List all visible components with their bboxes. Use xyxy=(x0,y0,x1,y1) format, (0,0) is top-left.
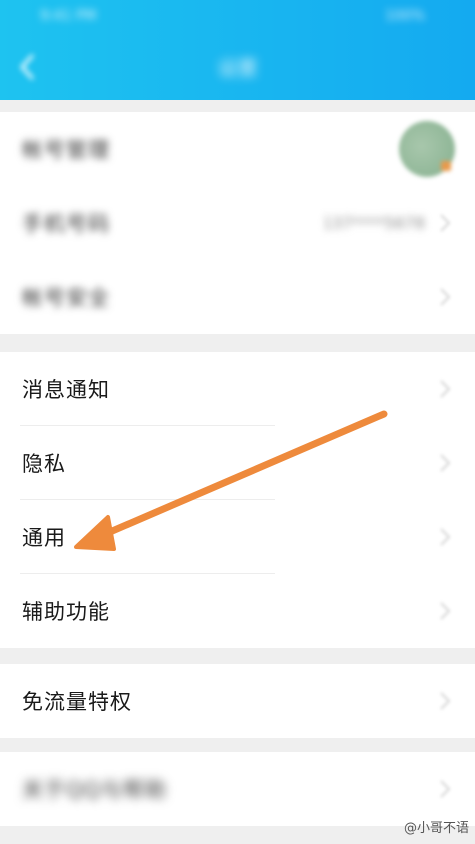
chevron-right-icon xyxy=(439,213,451,233)
row-label-general: 通用 xyxy=(22,526,66,550)
row-label-accessibility: 辅助功能 xyxy=(22,600,110,624)
status-bar: 9:41 PM 100% xyxy=(0,0,475,34)
avatar xyxy=(399,121,455,177)
chevron-right-icon xyxy=(439,379,451,399)
status-time: 9:41 PM xyxy=(40,8,97,24)
blur-patch xyxy=(150,160,320,290)
row-label-message-notification: 消息通知 xyxy=(22,378,110,402)
row-label-free-traffic: 免流量特权 xyxy=(22,690,132,714)
page-title: 设置 xyxy=(217,56,258,80)
chevron-right-icon xyxy=(439,691,451,711)
row-label: 手机号码 xyxy=(22,212,110,236)
row-label: 帐号管理 xyxy=(22,138,110,162)
row-general[interactable]: 通用 xyxy=(0,500,475,574)
row-free-traffic[interactable]: 免流量特权 xyxy=(0,664,475,738)
chevron-right-icon xyxy=(439,779,451,799)
row-message-notification[interactable]: 消息通知 xyxy=(0,352,475,426)
traffic-group: 免流量特权 xyxy=(0,664,475,738)
chevron-right-icon xyxy=(439,601,451,621)
row-label-about: 关于QQ与帮助 xyxy=(22,778,168,802)
status-battery: 100% xyxy=(384,8,425,24)
chevron-right-icon xyxy=(439,287,451,307)
settings-group: 消息通知 隐私 通用 辅助功能 xyxy=(0,352,475,648)
row-accessibility[interactable]: 辅助功能 xyxy=(0,574,475,648)
row-label-privacy: 隐私 xyxy=(22,452,66,476)
settings-screen: 9:41 PM 100% 设置 帐号管理 手机号码 137****5678 帐号… xyxy=(0,0,475,844)
nav-bar: 设置 xyxy=(0,34,475,100)
phone-value: 137****5678 xyxy=(321,213,425,233)
chevron-right-icon xyxy=(439,453,451,473)
row-about[interactable]: 关于QQ与帮助 xyxy=(0,752,475,826)
row-privacy[interactable]: 隐私 xyxy=(0,426,475,500)
header: 9:41 PM 100% 设置 xyxy=(0,0,475,100)
chevron-right-icon xyxy=(439,527,451,547)
watermark: @小哥不语 xyxy=(403,821,469,836)
row-label: 帐号安全 xyxy=(22,286,110,310)
about-group: 关于QQ与帮助 xyxy=(0,752,475,826)
